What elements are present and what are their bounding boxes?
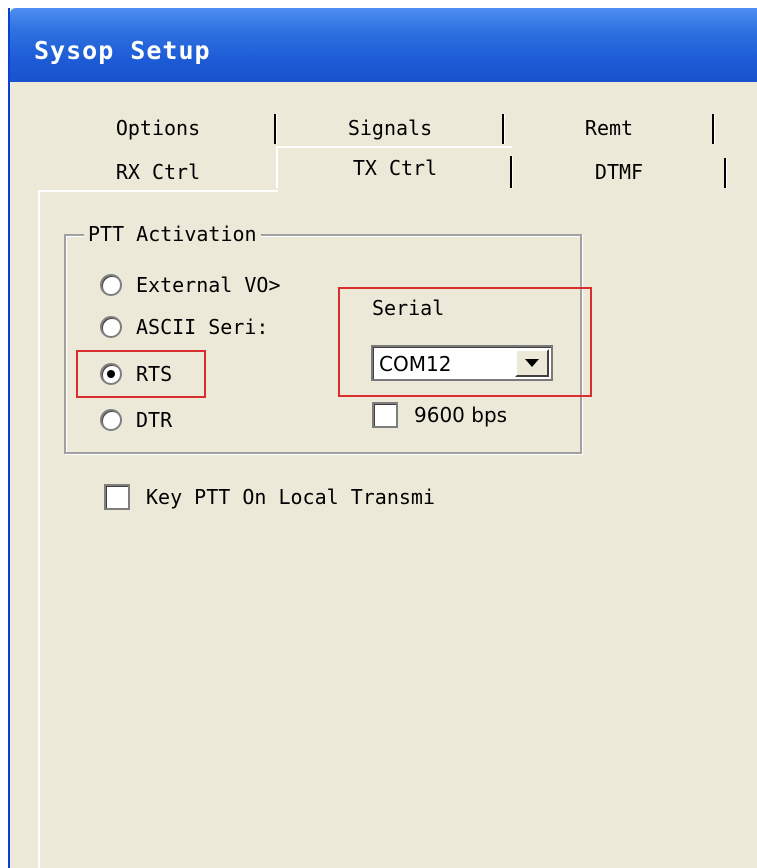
tab-options[interactable]: Options [40,110,276,146]
tab-dtmf[interactable]: DTMF [512,154,726,190]
tab-separator [712,114,714,144]
radio-button[interactable] [100,409,122,431]
title-bar[interactable]: Sysop Setup [10,8,757,82]
tab-dtmf-label: DTMF [594,160,644,184]
radio-external-vox[interactable]: External VO> [100,270,281,300]
combo-dropdown-button[interactable] [515,349,549,377]
key-ptt-checkbox[interactable] [104,484,130,510]
radio-dtr-label: DTR [136,408,173,432]
tab-tx-ctrl[interactable]: TX Ctrl [276,146,512,188]
tab-rx-ctrl[interactable]: RX Ctrl [40,154,276,190]
serial-port-value: COM12 [379,352,452,376]
tab-row-front: RX Ctrl TX Ctrl DTMF [40,146,757,188]
tab-panel-border [38,190,278,192]
key-ptt-label: Key PTT On Local Transmi [146,485,435,509]
bps-checkbox[interactable] [372,402,398,428]
tab-remt[interactable]: Remt [504,110,714,146]
tab-rx-ctrl-label: RX Ctrl [115,160,201,184]
tab-panel-border [38,190,40,868]
radio-ascii-serial[interactable]: ASCII Seri: [100,312,268,342]
tab-remt-label: Remt [584,116,634,140]
rts-highlight-box [76,350,206,398]
radio-button[interactable] [100,274,122,296]
tab-separator [724,158,726,188]
tab-options-label: Options [115,116,201,140]
window-title: Sysop Setup [34,36,211,65]
tab-signals[interactable]: Signals [276,110,504,146]
tab-row-back: Options Signals Remt [40,110,757,146]
tab-tx-ctrl-label: TX Ctrl [352,156,438,180]
bps-checkbox-row[interactable]: 9600 bps [372,402,507,428]
radio-ascii-serial-label: ASCII Seri: [136,315,269,339]
serial-label: Serial [372,296,445,320]
radio-external-vox-label: External VO> [136,273,281,297]
ptt-activation-title: PTT Activation [84,222,261,246]
radio-dtr[interactable]: DTR [100,405,172,435]
key-ptt-checkbox-row[interactable]: Key PTT On Local Transmi [104,484,435,510]
bps-label: 9600 bps [414,403,508,427]
radio-button[interactable] [100,316,122,338]
chevron-down-icon [525,359,539,367]
serial-port-select[interactable]: COM12 [371,345,553,381]
tab-signals-label: Signals [347,116,433,140]
